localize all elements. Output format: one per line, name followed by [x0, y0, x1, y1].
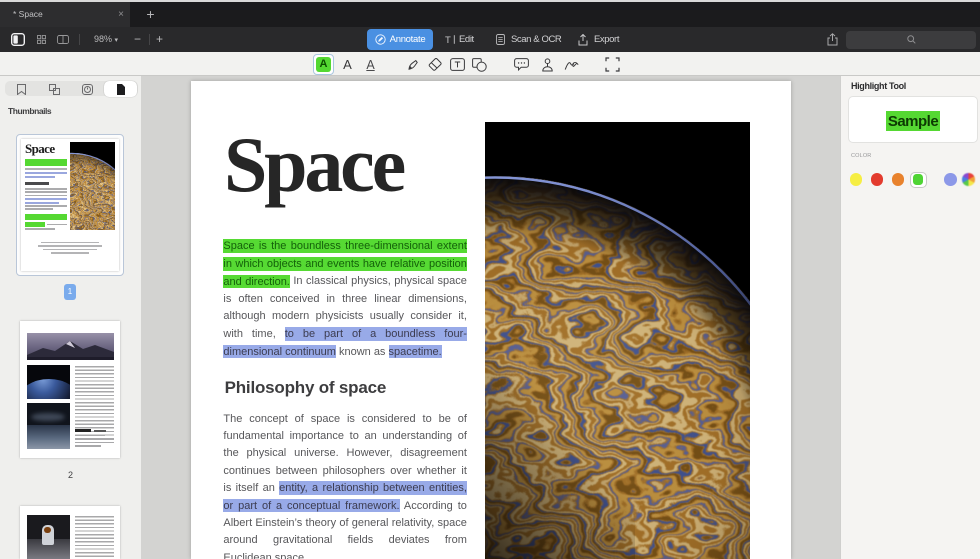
svg-text:T: T — [445, 35, 451, 45]
